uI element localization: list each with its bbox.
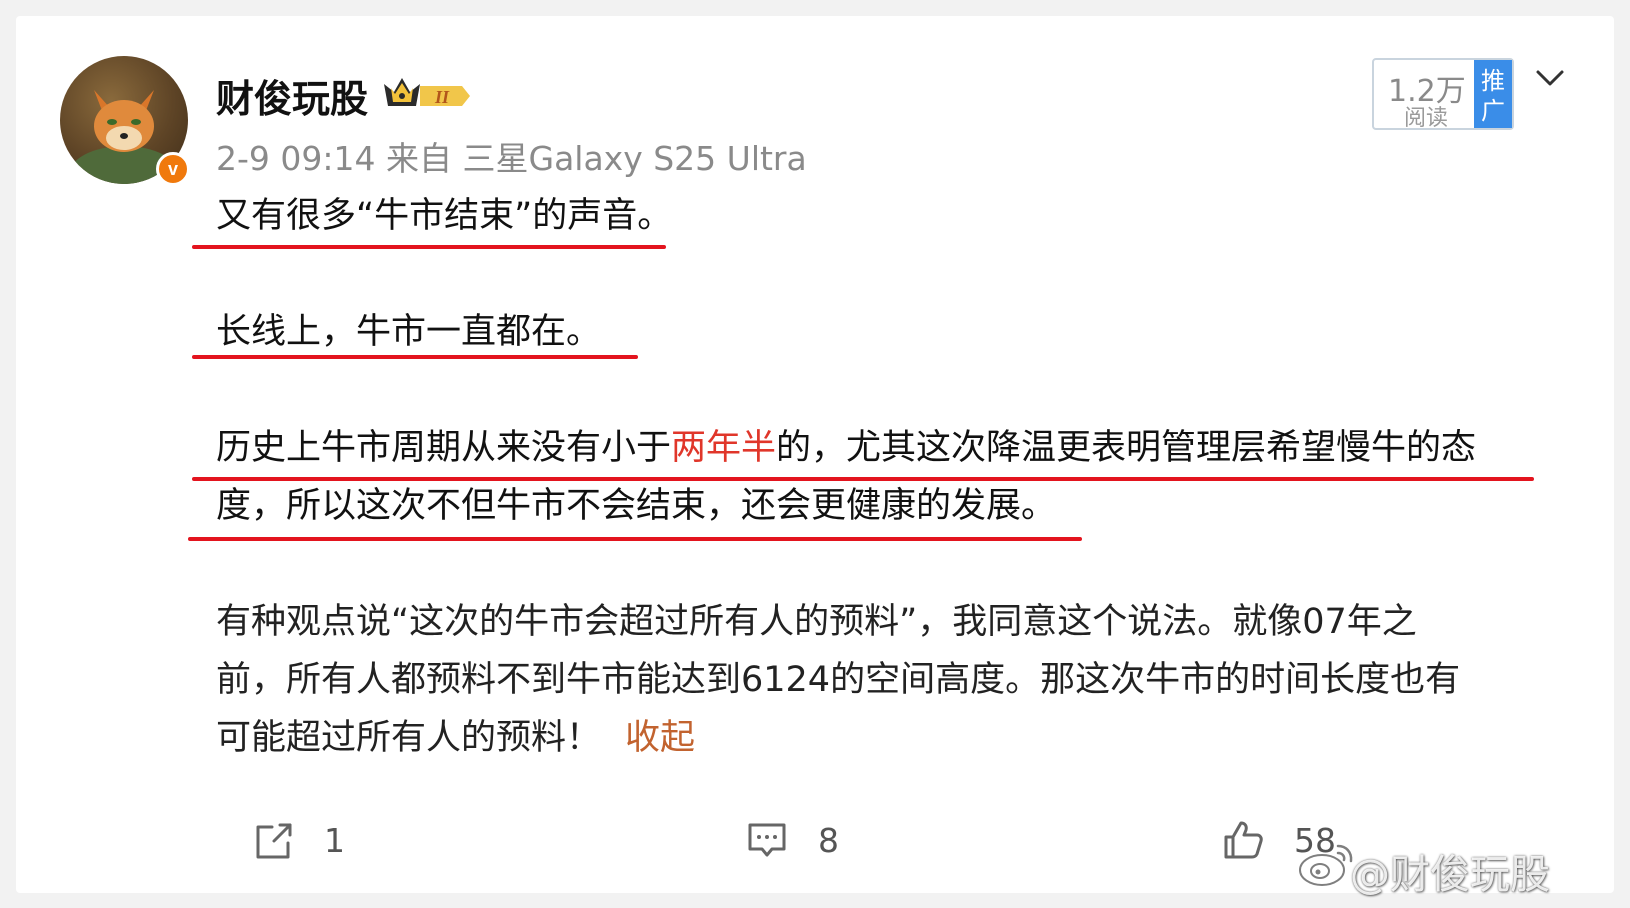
comment-button[interactable]: 8 [744, 810, 839, 870]
collapse-link[interactable]: 收起 [625, 718, 695, 758]
repost-button[interactable]: 1 [250, 810, 345, 870]
post-paragraph-3-line-2: 度，所以这次不但牛市不会结束，还会更健康的发展。 [216, 486, 1057, 526]
source-prefix: 来自 [386, 139, 452, 178]
highlighted-text: 两年半 [671, 428, 777, 468]
chevron-down-icon[interactable] [1534, 66, 1566, 90]
post-paragraph-1: 又有很多“牛市结束”的声音。 [216, 196, 673, 236]
post-paragraph-4-line-3: 可能超过所有人的预料！ 收起 [216, 708, 695, 768]
comment-count: 8 [818, 820, 839, 860]
like-icon [1224, 821, 1263, 859]
paragraph-3-text-after: 的，尤其这次降温更表明管理层希望慢牛的态 [776, 428, 1477, 468]
post-paragraph-3-line-1: 历史上牛市周期从来没有小于两年半的，尤其这次降温更表明管理层希望慢牛的态 [216, 418, 1476, 478]
watermark: @财俊玩股 [1350, 852, 1550, 898]
red-underline-2 [192, 355, 638, 359]
red-underline-1 [192, 245, 666, 249]
promote-label-1: 推 [1481, 67, 1505, 95]
weibo-logo-icon [1299, 844, 1353, 886]
verified-icon: v [156, 152, 190, 186]
timestamp[interactable]: 2-9 09:14 [216, 139, 376, 178]
red-underline-4 [188, 537, 1082, 541]
post-paragraph-4-line-2: 前，所有人都预料不到牛市能达到6124的空间高度。那这次牛市的时间长度也有 [216, 660, 1461, 700]
comment-icon [748, 823, 786, 857]
paragraph-4-text-end: 可能超过所有人的预料！ [216, 718, 602, 758]
level-badge-text: II [434, 87, 450, 107]
post-meta: 2-9 09:14 来自 三星Galaxy S25 Ultra [216, 132, 807, 180]
promote-label-2: 广 [1481, 97, 1505, 125]
repost-count: 1 [324, 820, 345, 860]
post-paragraph-2: 长线上，牛市一直都在。 [216, 312, 602, 352]
crown-icon: II [384, 78, 470, 107]
promote-button[interactable]: 推 广 [1474, 60, 1512, 128]
post-paragraph-4-line-1: 有种观点说“这次的牛市会超过所有人的预料”，我同意这个说法。就像07年之 [216, 602, 1417, 642]
device-source: 三星Galaxy S25 Ultra [462, 139, 807, 178]
read-label: 阅读 [1404, 106, 1449, 131]
read-stats-box: 1.2万 阅读 推 广 [1372, 58, 1514, 131]
paragraph-3-text-before: 历史上牛市周期从来没有小于 [216, 428, 672, 468]
repost-icon [256, 823, 292, 859]
username[interactable]: 财俊玩股 [216, 68, 368, 123]
